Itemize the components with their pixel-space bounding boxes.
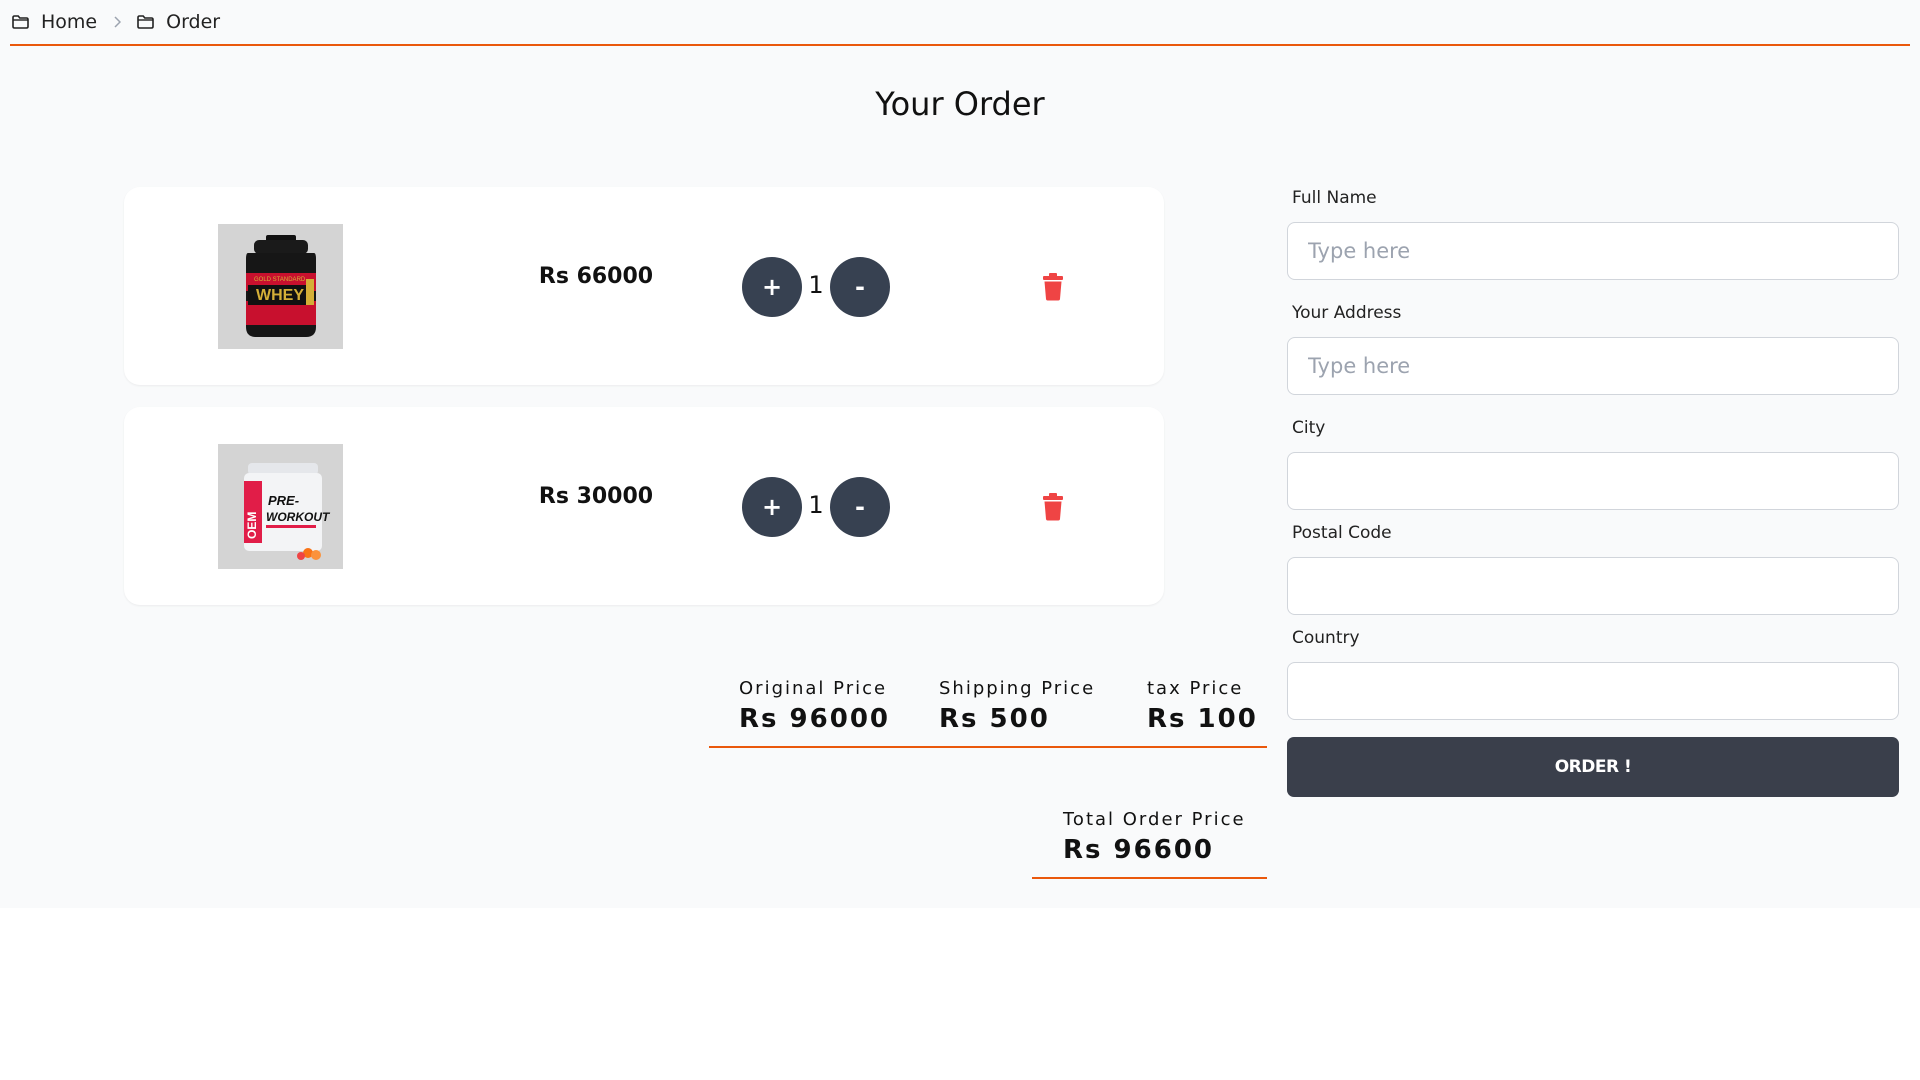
- product-image: WHEY GOLD STANDARD: [218, 224, 343, 349]
- svg-text:PRE-: PRE-: [268, 493, 299, 508]
- item-quantity: 1: [808, 491, 824, 519]
- tax-price-label: tax Price: [1147, 678, 1244, 699]
- total-price-label: Total Order Price: [1063, 809, 1246, 830]
- breadcrumb-home[interactable]: Home: [12, 11, 97, 33]
- full-name-label: Full Name: [1292, 188, 1377, 208]
- original-price-value: Rs 96000: [739, 704, 891, 734]
- decrease-quantity-button[interactable]: -: [830, 257, 890, 317]
- breadcrumb-order[interactable]: Order: [137, 11, 220, 33]
- item-quantity: 1: [808, 271, 824, 299]
- shipping-price-label: Shipping Price: [939, 678, 1096, 699]
- item-price: Rs 30000: [538, 484, 654, 509]
- city-label: City: [1292, 418, 1326, 438]
- chevron-right-icon: [113, 16, 122, 28]
- cart-item: OEM PRE- WORKOUT Rs 30000 + 1 -: [124, 407, 1164, 605]
- country-input[interactable]: [1287, 662, 1899, 720]
- total-price-value: Rs 96600: [1063, 835, 1215, 865]
- breadcrumb-home-label: Home: [41, 11, 98, 33]
- increase-quantity-button[interactable]: +: [742, 257, 802, 317]
- cart-item: WHEY GOLD STANDARD Rs 66000 + 1 -: [124, 187, 1164, 385]
- svg-text:OEM: OEM: [245, 512, 259, 539]
- folder-icon: [137, 15, 154, 29]
- breadcrumb-order-label: Order: [166, 11, 221, 33]
- page-title: Your Order: [875, 85, 1045, 124]
- trash-icon[interactable]: [1040, 493, 1066, 521]
- product-image: OEM PRE- WORKOUT: [218, 444, 343, 569]
- address-label: Your Address: [1292, 303, 1402, 323]
- country-label: Country: [1292, 628, 1360, 648]
- shipping-price-value: Rs 500: [939, 704, 1050, 734]
- item-price: Rs 66000: [538, 264, 654, 289]
- svg-text:WORKOUT: WORKOUT: [266, 510, 331, 524]
- breadcrumb: Home Order: [12, 10, 220, 34]
- tax-price-value: Rs 100: [1147, 704, 1258, 734]
- order-button[interactable]: ORDER !: [1287, 737, 1899, 797]
- total-divider: [1032, 877, 1267, 879]
- summary-divider: [709, 746, 1267, 748]
- original-price-label: Original Price: [739, 678, 888, 699]
- postal-code-label: Postal Code: [1292, 523, 1392, 543]
- header-divider: [10, 44, 1910, 46]
- postal-code-input[interactable]: [1287, 557, 1899, 615]
- svg-text:GOLD STANDARD: GOLD STANDARD: [254, 277, 306, 283]
- decrease-quantity-button[interactable]: -: [830, 477, 890, 537]
- full-name-input[interactable]: [1287, 222, 1899, 280]
- city-input[interactable]: [1287, 452, 1899, 510]
- address-input[interactable]: [1287, 337, 1899, 395]
- increase-quantity-button[interactable]: +: [742, 477, 802, 537]
- svg-text:WHEY: WHEY: [256, 287, 304, 304]
- trash-icon[interactable]: [1040, 273, 1066, 301]
- folder-icon: [12, 15, 29, 29]
